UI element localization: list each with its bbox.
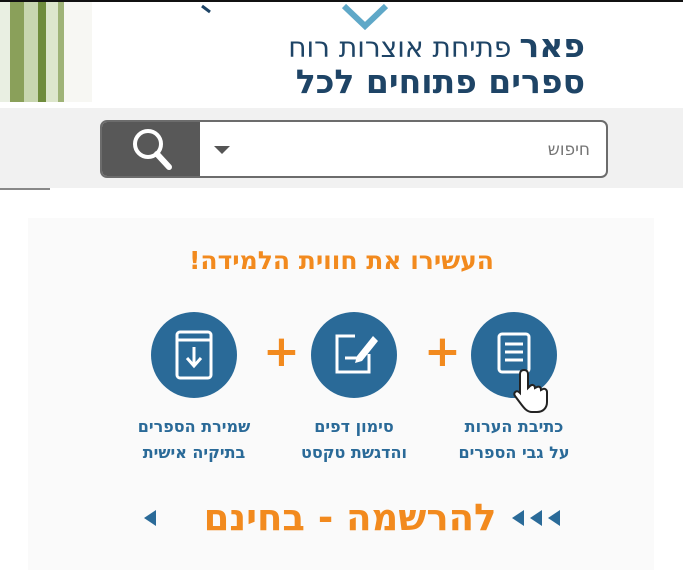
signup-text: להרשמה - בחינם bbox=[203, 496, 497, 539]
feature-save-button[interactable] bbox=[151, 312, 237, 398]
signup-link[interactable]: להרשמה - בחינם bbox=[140, 490, 560, 546]
feature-highlight-button[interactable] bbox=[311, 312, 397, 398]
magnifier-icon bbox=[133, 129, 172, 170]
search-input[interactable] bbox=[288, 136, 592, 164]
feature-notes-label: כתיבת הערות על גבי הספרים bbox=[458, 417, 570, 462]
plus-sign: + bbox=[263, 326, 300, 377]
brand-logo: פאר bbox=[519, 26, 585, 65]
site-brand[interactable]: פארפתיחת אוצרות רוח ספרים פתוחים לכל bbox=[288, 29, 585, 101]
promo-headline: העשירו את חווית הלמידה! bbox=[189, 246, 494, 275]
logo-tail-icon bbox=[201, 4, 211, 14]
feature-save-label: שמירת הספרים בתיקיה אישית bbox=[137, 417, 251, 462]
tablet-download-icon bbox=[175, 330, 213, 380]
search-button[interactable] bbox=[102, 122, 200, 176]
logo-chevron-icon bbox=[341, 3, 389, 30]
brand-tagline: פתיחת אוצרות רוח bbox=[288, 31, 512, 64]
triple-arrow-left-icon bbox=[512, 510, 560, 526]
brand-subtitle: ספרים פתוחים לכל bbox=[295, 62, 585, 101]
caret-down-icon[interactable] bbox=[212, 140, 232, 160]
search-box bbox=[100, 120, 608, 178]
plus-sign: + bbox=[424, 326, 461, 377]
toolbar-divider bbox=[0, 188, 50, 190]
hand-pointer-icon bbox=[513, 368, 548, 413]
decorative-stripes bbox=[0, 2, 92, 102]
feature-highlight-label: סימון דפים והדגשת טקסט bbox=[300, 417, 408, 462]
arrow-left-icon bbox=[144, 510, 156, 526]
edit-pencil-icon bbox=[335, 334, 378, 374]
